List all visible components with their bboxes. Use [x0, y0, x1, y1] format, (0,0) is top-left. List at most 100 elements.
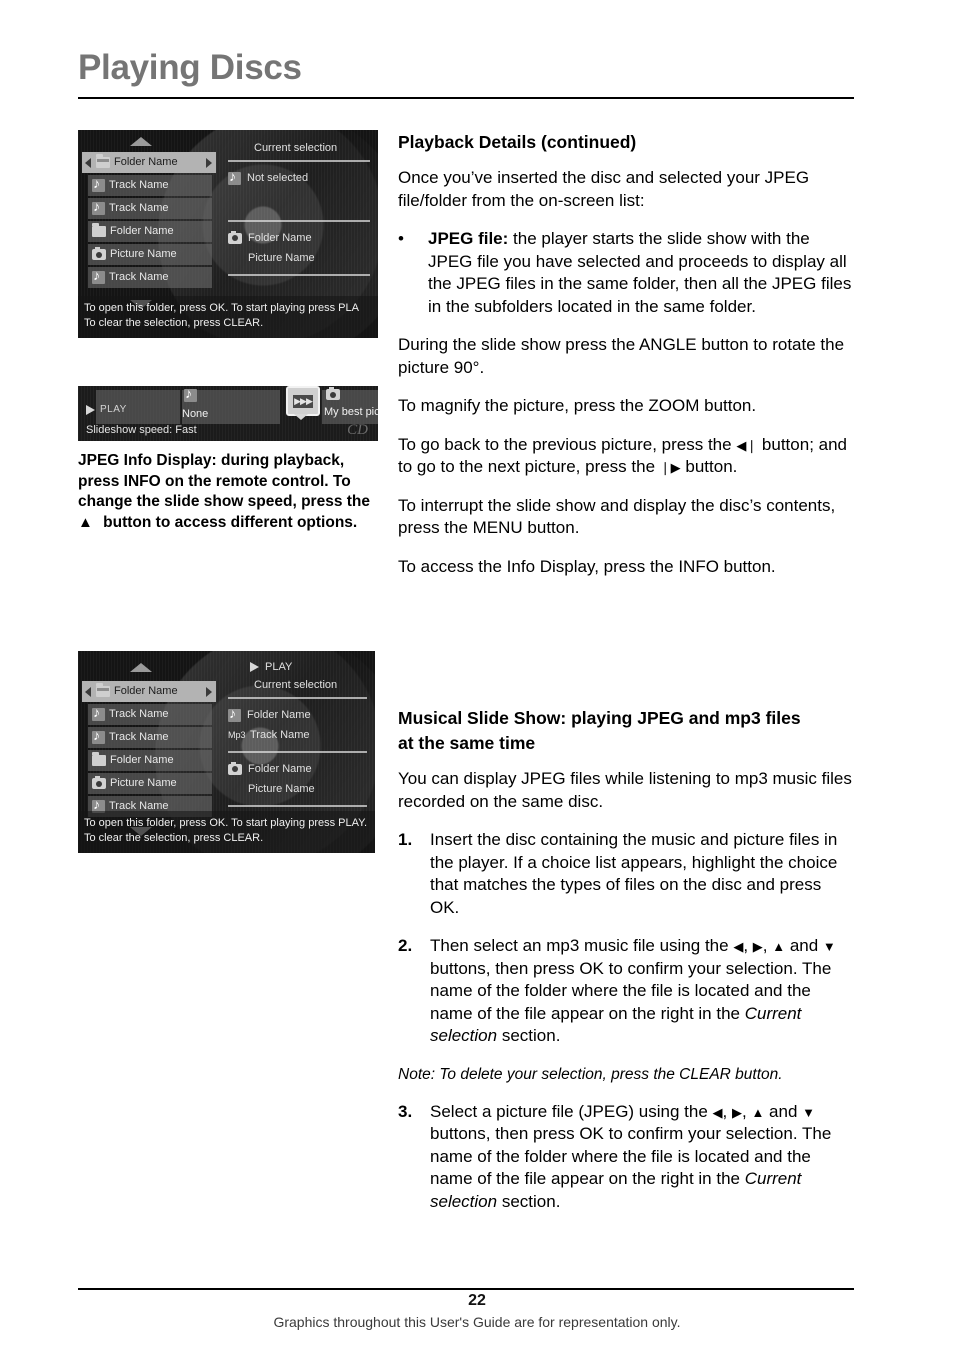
angle-paragraph: During the slide show press the ANGLE bu… — [398, 335, 845, 377]
step-1: 1. Insert the disc containing the music … — [398, 829, 854, 919]
down-arrow-icon: ▼ — [822, 939, 836, 954]
play-icon — [250, 662, 259, 672]
audio-selection-label: Not selected — [247, 172, 309, 184]
list-item[interactable]: Folder Name — [82, 152, 216, 173]
step-2: 2. Then select an mp3 music file using t… — [398, 935, 854, 1048]
footer-divider — [78, 1288, 854, 1290]
right-arrow-icon: ▶ — [752, 939, 763, 954]
step-1-number: 1. — [398, 830, 413, 849]
slideshow-glyph: ▶▶▶ — [293, 394, 313, 408]
list-item[interactable]: Picture Name — [88, 244, 212, 265]
file-list: Folder Name Track Name Track Name Folder… — [82, 681, 216, 819]
help-line-2: To clear the selection, press CLEAR. — [84, 832, 264, 844]
down-arrow-icon: ▼ — [802, 1104, 815, 1120]
up-arrow-icon: ▲ — [78, 513, 93, 531]
screenshot-info-display: PLAY None ▶▶▶ My best picture Slideshow … — [78, 386, 378, 441]
play-status: PLAY — [228, 659, 367, 675]
list-item-label: Track Name — [109, 271, 169, 283]
skip-text-a: To go back to the previous picture, pres… — [398, 434, 737, 454]
page-title: Playing Discs — [78, 48, 302, 87]
play-label: PLAY — [100, 404, 127, 415]
audio-folder-label: Folder Name — [247, 709, 311, 721]
step-3-number: 3. — [398, 1101, 413, 1121]
chevron-right-icon[interactable] — [206, 157, 212, 168]
camera-icon — [228, 761, 242, 775]
music-note-icon — [228, 706, 241, 722]
step-1-text: Insert the disc containing the music and… — [430, 830, 838, 917]
bullet-marker: • — [398, 229, 404, 248]
caption-line-4: ▲ button to access different options. — [78, 513, 378, 534]
list-item[interactable]: Track Name — [88, 175, 212, 196]
left-column: Folder Name Track Name Track Name Folder… — [78, 130, 378, 853]
jpeg-file-bullet: • JPEG file: the player starts the slide… — [398, 228, 854, 318]
camera-icon — [326, 387, 340, 400]
chevron-right-icon[interactable] — [206, 686, 212, 697]
picture-folder-label: Folder Name — [248, 763, 312, 775]
camera-icon — [92, 247, 106, 260]
list-item[interactable]: Track Name — [88, 727, 212, 748]
menu-paragraph: To interrupt the slide show and display … — [398, 495, 836, 538]
folder-icon — [96, 683, 110, 697]
folder-icon — [92, 223, 106, 237]
page-number: 22 — [468, 1292, 486, 1309]
list-item-label: Folder Name — [114, 685, 178, 697]
list-item[interactable]: Track Name — [88, 267, 212, 288]
file-list: Folder Name Track Name Track Name Folder… — [82, 152, 216, 290]
slideshow-icon[interactable]: ▶▶▶ — [286, 386, 320, 416]
audio-track-entry: Mp3 Track Name — [228, 725, 367, 745]
disc-logo: CD — [347, 422, 368, 438]
list-item[interactable]: Folder Name — [82, 681, 216, 702]
musical-slideshow-heading: Musical Slide Show: playing JPEG and mp3… — [398, 706, 854, 756]
music-note-icon — [92, 176, 105, 192]
step-2-text-a: Then select an mp3 music file using the — [430, 936, 734, 955]
chevron-left-icon[interactable] — [85, 157, 91, 168]
list-item-label: Track Name — [109, 179, 169, 191]
skip-paragraph: To go back to the previous picture, pres… — [398, 434, 854, 479]
bullet-content: JPEG file: the player starts the slide s… — [428, 228, 854, 318]
music-note-icon — [92, 268, 105, 284]
scroll-up-arrow-icon[interactable] — [130, 137, 152, 146]
right-arrow-icon: ▶ — [731, 1104, 742, 1120]
step-3-text-d: section. — [497, 1191, 561, 1211]
divider — [228, 697, 367, 699]
step-3-text-a: Select a picture file (JPEG) using the — [430, 1101, 713, 1121]
clear-note: Note: To delete your selection, press th… — [398, 1065, 783, 1083]
up-arrow-icon: ▲ — [751, 1104, 765, 1120]
audio-value: None — [182, 408, 209, 420]
help-bar: To open this folder, press OK. To start … — [78, 811, 375, 853]
list-item[interactable]: Picture Name — [88, 773, 212, 794]
picture-folder-entry: Folder Name — [228, 759, 367, 779]
list-item[interactable]: Track Name — [88, 198, 212, 219]
step-2-text-b: and — [785, 936, 823, 955]
list-item-label: Picture Name — [110, 248, 177, 260]
picture-folder-label: Folder Name — [248, 232, 312, 244]
picture-name-label: Picture Name — [248, 252, 315, 264]
previous-track-icon: ◀❘ — [736, 437, 758, 453]
info-display-caption: JPEG Info Display: during playback, pres… — [78, 451, 378, 533]
up-arrow-icon: ▲ — [772, 939, 786, 954]
title-divider — [78, 97, 854, 99]
current-selection-panel: Current selection Not selected Folder Na… — [228, 142, 370, 282]
zoom-paragraph: To magnify the picture, press the ZOOM b… — [398, 396, 757, 415]
chevron-left-icon[interactable] — [85, 686, 91, 697]
list-item-label: Track Name — [109, 708, 169, 720]
camera-icon — [92, 776, 106, 789]
list-item-label: Track Name — [109, 202, 169, 214]
list-item-label: Picture Name — [110, 777, 177, 789]
scroll-up-arrow-icon[interactable] — [130, 663, 152, 672]
screenshot-file-browser: Folder Name Track Name Track Name Folder… — [78, 130, 378, 338]
mp3-indicator: Mp3 — [228, 730, 246, 740]
music-note-icon — [228, 169, 241, 185]
picture-name-entry: Picture Name — [228, 779, 367, 799]
music-note-icon — [92, 728, 105, 744]
list-item[interactable]: Folder Name — [88, 221, 212, 242]
list-item[interactable]: Folder Name — [88, 750, 212, 771]
picture-value: My best picture — [324, 406, 378, 418]
list-item[interactable]: Track Name — [88, 704, 212, 725]
list-item-label: Folder Name — [110, 754, 174, 766]
slideshow-speed-label: Slideshow speed: Fast — [86, 424, 197, 436]
slideshow-down-arrow-icon[interactable] — [294, 414, 308, 420]
camera-icon — [228, 230, 242, 244]
picture-name-label: Picture Name — [248, 783, 315, 795]
